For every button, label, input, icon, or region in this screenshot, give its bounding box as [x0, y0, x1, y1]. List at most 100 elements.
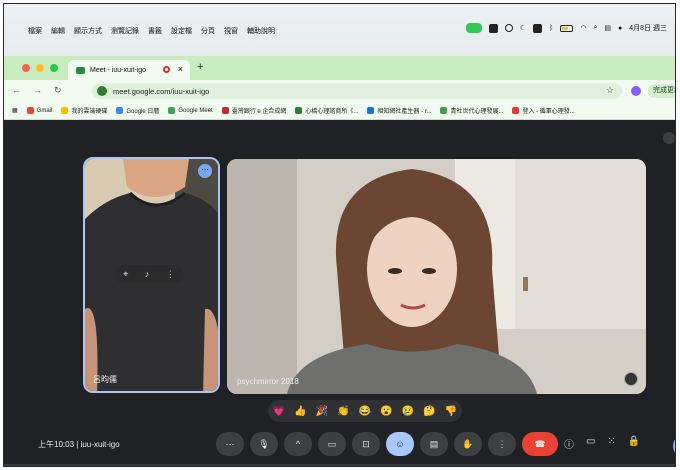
menu-window[interactable]: 視窗	[224, 26, 238, 36]
microphone-button[interactable]: 🎙	[250, 432, 278, 456]
menu-edit[interactable]: 編輯	[51, 26, 65, 36]
participant-tile-main[interactable]: psychmirror 2018	[227, 159, 646, 394]
bookmarks-bar: ▦ Gmail 我的雲端硬碟 Google 日曆 Google Meet 臺灣銀…	[4, 102, 675, 120]
camera-button[interactable]: ▭	[318, 432, 346, 456]
menu-bookmarks[interactable]: 書籤	[148, 26, 162, 36]
reaction-party[interactable]: 🎉	[316, 406, 328, 417]
siri-icon[interactable]: ●	[618, 25, 622, 32]
close-tab-icon[interactable]: ×	[178, 64, 183, 74]
site-info-icon[interactable]	[97, 86, 107, 96]
calendar-icon	[116, 107, 124, 114]
app-status-icon[interactable]	[488, 23, 498, 33]
picture-in-picture-icon[interactable]	[624, 372, 638, 386]
captions-button[interactable]: ▤	[420, 432, 448, 456]
meeting-time: 上午10:03	[38, 440, 75, 449]
meeting-details-icon[interactable]: ⓘ	[564, 436, 574, 451]
reactions-bar: 💗 👍 🎉 👏 😂 😮 😢 🤔 👎	[268, 400, 462, 422]
camera-options-button[interactable]: ^	[284, 432, 312, 456]
bookmark-label: 心橋心理諮商所《...	[305, 109, 359, 115]
reaction-sad[interactable]: 😢	[402, 406, 414, 417]
bank-icon	[221, 107, 229, 114]
url-text[interactable]: meet.google.com/iuu-xuit-igo	[113, 87, 209, 96]
bookmark-bank[interactable]: 臺灣銀行 e 企合成網	[221, 106, 286, 115]
battery-icon[interactable]	[560, 24, 574, 32]
bookmark-calendar[interactable]: Google 日曆	[116, 106, 159, 115]
apps-grid-icon[interactable]: ▦	[12, 107, 18, 114]
close-window-button[interactable]	[22, 64, 30, 72]
control-center-icon[interactable]: ▤	[604, 24, 611, 32]
meeting-info-separator: |	[76, 440, 79, 449]
bookmark-label: 登入 - 循軍心理發...	[522, 109, 575, 115]
bookmark-generator[interactable]: 相知網社產生器 - r...	[367, 106, 431, 115]
reaction-thumbs-up[interactable]: 👍	[294, 406, 306, 417]
menu-help[interactable]: 輔助說明	[247, 26, 275, 36]
emoji-reactions-button[interactable]: ☺	[386, 432, 414, 456]
bookmark-meet[interactable]: Google Meet	[168, 107, 213, 114]
gmail-icon	[26, 107, 34, 114]
finish-update-button[interactable]: 完成更新	[648, 84, 675, 98]
new-tab-button[interactable]: +	[197, 61, 203, 73]
side-panel-icon[interactable]	[663, 132, 675, 144]
activities-icon[interactable]: ⁙	[607, 436, 615, 451]
meet-icon	[168, 107, 176, 114]
screenshot-frame: 檔案 編輯 顯示方式 瀏覽記錄 書籤 設定檔 分頁 視窗 輔助說明 ☾ ᛒ ◠ …	[3, 3, 676, 467]
mute-participant-icon[interactable]: ♪	[145, 269, 150, 279]
reaction-heart[interactable]: 💗	[273, 406, 285, 417]
reaction-clap[interactable]: 👏	[337, 406, 349, 417]
meeting-code: iuu-xuit-igo	[80, 440, 120, 449]
tab-meet[interactable]: Meet - iuu-xuit-igo ×	[68, 60, 190, 80]
menubar-menus: 檔案 編輯 顯示方式 瀏覽記錄 書籤 設定檔 分頁 視窗 輔助說明	[28, 26, 275, 36]
tile-more-icon[interactable]: ⋮	[166, 269, 175, 280]
bookmark-star-icon[interactable]: ☆	[606, 85, 614, 96]
bookmark-label: 我的雲端硬碟	[71, 109, 108, 115]
participant-name-small: 呂昀儒	[93, 375, 117, 384]
menu-tabs[interactable]: 分頁	[201, 26, 215, 36]
counseling-icon	[295, 107, 303, 114]
generator-icon	[367, 107, 375, 114]
more-options-button[interactable]: ⋮	[488, 432, 516, 456]
side-panel-controls: ⓘ ▭ ⁙ 🔒	[564, 436, 640, 451]
reaction-thinking[interactable]: 🤔	[423, 406, 435, 417]
chat-icon[interactable]: ▭	[586, 436, 595, 451]
reaction-laugh[interactable]: 😂	[359, 406, 371, 417]
tile-more-options-icon[interactable]: ⋯	[198, 164, 212, 178]
bookmark-youth[interactable]: 青社世代心理發展...	[440, 106, 503, 115]
menu-history[interactable]: 瀏覽記錄	[111, 26, 139, 36]
participant-name-main: psychmirror 2018	[237, 377, 299, 386]
menubar-date[interactable]: 4月8日 週三	[629, 23, 667, 33]
more-audio-options-button[interactable]: ⋯	[216, 432, 244, 456]
menu-file[interactable]: 檔案	[28, 26, 42, 36]
participant-tile-small[interactable]: ⋯ ⌖ ♪ ⋮ 呂昀儒	[83, 157, 220, 393]
bookmark-login[interactable]: 登入 - 循軍心理發...	[512, 106, 575, 115]
address-bar[interactable]: meet.google.com/iuu-xuit-igo ☆	[92, 83, 622, 99]
play-status-icon[interactable]	[504, 24, 513, 32]
minimize-window-button[interactable]	[36, 64, 44, 72]
raise-hand-button[interactable]: ✋	[454, 432, 482, 456]
pin-icon[interactable]: ⌖	[123, 269, 128, 280]
wifi-icon[interactable]: ◠	[580, 24, 586, 32]
moon-icon[interactable]: ☾	[520, 24, 526, 32]
recording-icon	[163, 66, 170, 73]
tab-strip: Meet - iuu-xuit-igo × +	[4, 56, 675, 80]
present-button[interactable]: ⊡	[352, 432, 380, 456]
bookmark-counseling[interactable]: 心橋心理諮商所《...	[295, 106, 358, 115]
input-method-icon[interactable]	[533, 23, 543, 33]
bookmark-gmail[interactable]: Gmail	[26, 107, 52, 114]
zoom-window-button[interactable]	[50, 64, 58, 72]
back-icon[interactable]: ←	[12, 85, 21, 96]
search-icon[interactable]: ⌕	[593, 24, 597, 32]
menu-profiles[interactable]: 設定檔	[171, 26, 192, 36]
host-controls-icon[interactable]: 🔒	[628, 436, 640, 451]
reaction-surprised[interactable]: 😮	[380, 406, 392, 417]
bluetooth-icon[interactable]: ᛒ	[549, 25, 553, 32]
reaction-thumbs-down[interactable]: 👎	[445, 406, 457, 417]
reload-icon[interactable]: ↻	[54, 85, 62, 96]
camera-indicator-icon[interactable]	[465, 23, 482, 33]
forward-icon[interactable]: →	[33, 85, 42, 96]
bookmark-label: Google 日曆	[126, 109, 160, 115]
bookmark-label: 相知網社產生器 - r...	[377, 109, 432, 115]
profile-avatar[interactable]	[631, 86, 641, 96]
leave-call-button[interactable]: ☎	[522, 432, 558, 456]
menu-view[interactable]: 顯示方式	[74, 26, 102, 36]
bookmark-drive[interactable]: 我的雲端硬碟	[61, 106, 107, 115]
